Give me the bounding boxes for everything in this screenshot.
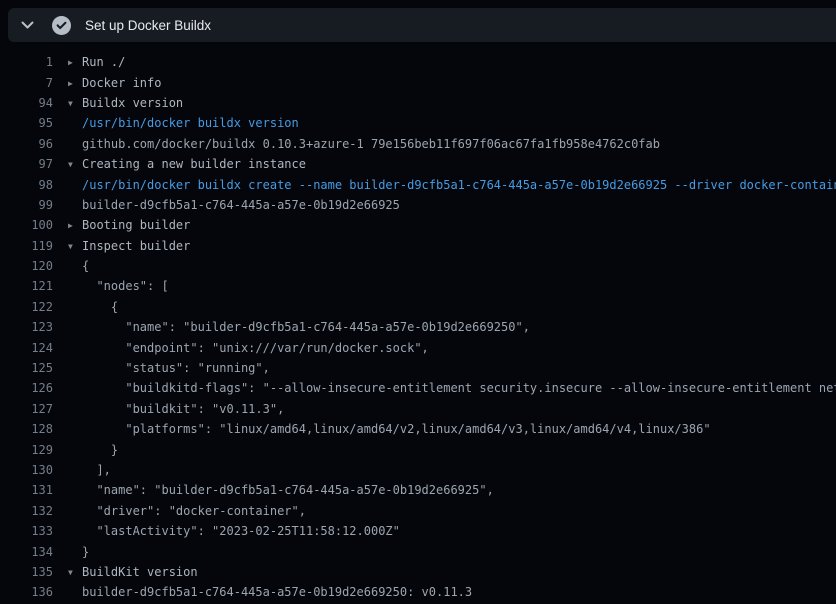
group-title: Docker info: [82, 76, 161, 90]
output-text: "name": "builder-d9cfb5a1-c764-445a-a57e…: [68, 320, 530, 334]
output-text: "status": "running",: [68, 361, 270, 375]
log-line-row: 98/usr/bin/docker buildx create --name b…: [0, 174, 836, 194]
log-line-row: 120 {: [0, 256, 836, 276]
chevron-down-icon[interactable]: [19, 17, 35, 33]
log-line-row: 136 builder-d9cfb5a1-c764-445a-a57e-0b19d…: [0, 582, 836, 602]
line-number[interactable]: 98: [0, 178, 53, 192]
command-text: /usr/bin/docker buildx version: [68, 116, 299, 130]
log-line-row: 128 "platforms": "linux/amd64,linux/amd6…: [0, 419, 836, 439]
command-text: /usr/bin/docker buildx create --name bui…: [68, 178, 836, 192]
line-number[interactable]: 99: [0, 198, 53, 212]
output-text: builder-d9cfb5a1-c764-445a-a57e-0b19d2e6…: [68, 585, 472, 599]
triangle-collapsed-icon[interactable]: ▶: [68, 79, 82, 88]
log-line-row: 129 }: [0, 439, 836, 459]
line-number[interactable]: 126: [0, 381, 53, 395]
triangle-collapsed-icon[interactable]: ▶: [68, 221, 82, 230]
line-number[interactable]: 95: [0, 116, 53, 130]
output-text: "name": "builder-d9cfb5a1-c764-445a-a57e…: [68, 483, 494, 497]
output-text: "buildkitd-flags": "--allow-insecure-ent…: [68, 381, 836, 395]
line-number[interactable]: 100: [0, 218, 53, 232]
group-title: Creating a new builder instance: [82, 157, 306, 171]
triangle-expanded-icon[interactable]: ▼: [68, 160, 82, 169]
line-number[interactable]: 123: [0, 320, 53, 334]
output-text: "buildkit": "v0.11.3",: [68, 402, 284, 416]
triangle-expanded-icon[interactable]: ▼: [68, 242, 82, 251]
group-title: Run ./: [82, 55, 125, 69]
line-number[interactable]: 119: [0, 239, 53, 253]
line-number[interactable]: 133: [0, 524, 53, 538]
output-text: "lastActivity": "2023-02-25T11:58:12.000…: [68, 524, 400, 538]
triangle-expanded-icon[interactable]: ▼: [68, 568, 82, 577]
line-number[interactable]: 96: [0, 137, 53, 151]
log-line-row: 124 "endpoint": "unix:///var/run/docker.…: [0, 337, 836, 357]
log-group-row[interactable]: 94 ▼Buildx version: [0, 93, 836, 113]
output-text: "driver": "docker-container",: [68, 504, 306, 518]
log-line-row: 125 "status": "running",: [0, 358, 836, 378]
triangle-collapsed-icon[interactable]: ▶: [68, 58, 82, 67]
log-line-row: 95/usr/bin/docker buildx version: [0, 113, 836, 133]
log-group-row[interactable]: 119 ▼Inspect builder: [0, 236, 836, 256]
log-group-row[interactable]: 7 ▶Docker info: [0, 72, 836, 92]
output-text: ],: [68, 463, 111, 477]
output-text: "platforms": "linux/amd64,linux/amd64/v2…: [68, 422, 711, 436]
log-group-row[interactable]: 97 ▼Creating a new builder instance: [0, 154, 836, 174]
line-number[interactable]: 127: [0, 402, 53, 416]
line-number[interactable]: 7: [0, 76, 53, 90]
line-number[interactable]: 130: [0, 463, 53, 477]
line-number[interactable]: 120: [0, 259, 53, 273]
group-title: BuildKit version: [82, 565, 198, 579]
group-title: Booting builder: [82, 218, 190, 232]
line-number[interactable]: 124: [0, 341, 53, 355]
line-number[interactable]: 136: [0, 585, 53, 599]
log-line-row: 99 builder-d9cfb5a1-c764-445a-a57e-0b19d2…: [0, 195, 836, 215]
group-title: Buildx version: [82, 96, 183, 110]
log-group-row[interactable]: 1 ▶Run ./: [0, 52, 836, 72]
check-circle-icon: [51, 15, 71, 35]
line-number[interactable]: 132: [0, 504, 53, 518]
log-line-row: 131 "name": "builder-d9cfb5a1-c764-445a-…: [0, 480, 836, 500]
output-text: github.com/docker/buildx 0.10.3+azure-1 …: [68, 137, 660, 151]
triangle-expanded-icon[interactable]: ▼: [68, 99, 82, 108]
output-text: }: [68, 443, 118, 457]
log-viewer: 1▶Run ./7▶Docker info94▼Buildx version95…: [0, 52, 836, 603]
step-header[interactable]: Set up Docker Buildx: [8, 8, 836, 42]
line-number[interactable]: 1: [0, 55, 53, 69]
line-number[interactable]: 129: [0, 443, 53, 457]
log-line-row: 133 "lastActivity": "2023-02-25T11:58:12…: [0, 521, 836, 541]
log-line-row: 122 {: [0, 297, 836, 317]
log-line-row: 132 "driver": "docker-container",: [0, 501, 836, 521]
log-line-row: 123 "name": "builder-d9cfb5a1-c764-445a-…: [0, 317, 836, 337]
line-number[interactable]: 122: [0, 300, 53, 314]
output-text: "nodes": [: [68, 279, 169, 293]
line-number[interactable]: 128: [0, 422, 53, 436]
log-line-row: 121 "nodes": [: [0, 276, 836, 296]
log-group-row[interactable]: 100 ▶Booting builder: [0, 215, 836, 235]
log-line-row: 127 "buildkit": "v0.11.3",: [0, 399, 836, 419]
group-title: Inspect builder: [82, 239, 190, 253]
line-number[interactable]: 97: [0, 157, 53, 171]
step-title: Set up Docker Buildx: [85, 18, 211, 33]
output-text: builder-d9cfb5a1-c764-445a-a57e-0b19d2e6…: [68, 198, 400, 212]
line-number[interactable]: 135: [0, 565, 53, 579]
output-text: {: [68, 300, 118, 314]
log-group-row[interactable]: 135 ▼BuildKit version: [0, 562, 836, 582]
line-number[interactable]: 131: [0, 483, 53, 497]
line-number[interactable]: 125: [0, 361, 53, 375]
line-number[interactable]: 134: [0, 545, 53, 559]
line-number[interactable]: 121: [0, 279, 53, 293]
output-text: }: [68, 545, 89, 559]
log-line-row: 126 "buildkitd-flags": "--allow-insecure…: [0, 378, 836, 398]
output-text: {: [68, 259, 89, 273]
output-text: "endpoint": "unix:///var/run/docker.sock…: [68, 341, 429, 355]
log-line-row: 96 github.com/docker/buildx 0.10.3+azure-…: [0, 134, 836, 154]
line-number[interactable]: 94: [0, 96, 53, 110]
log-line-row: 134}: [0, 541, 836, 561]
log-line-row: 130 ],: [0, 460, 836, 480]
